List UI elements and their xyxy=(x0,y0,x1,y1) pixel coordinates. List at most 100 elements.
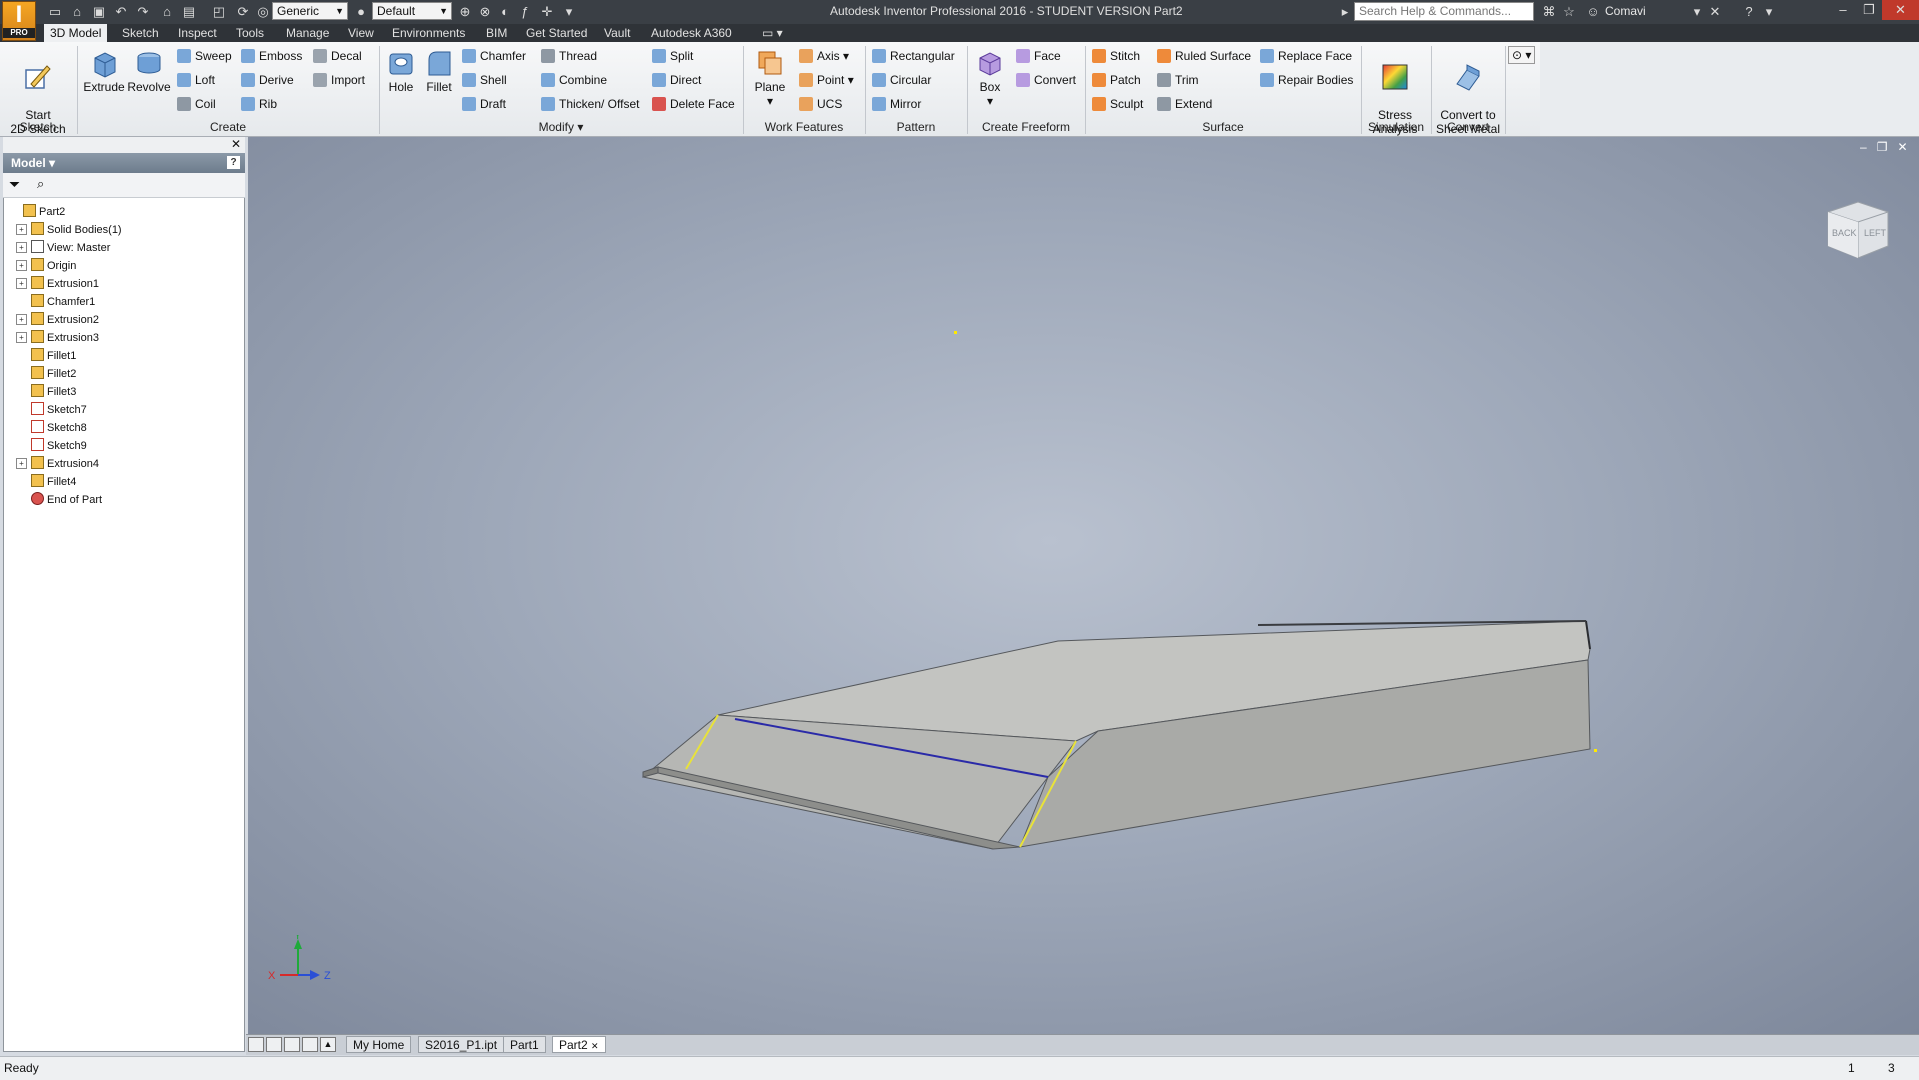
extrude-button[interactable]: Extrude xyxy=(82,48,126,94)
tree-item[interactable]: Sketch7 xyxy=(16,401,87,419)
help-dropdown-icon[interactable]: ▾ xyxy=(1760,3,1778,21)
axis-button[interactable]: Axis ▾ xyxy=(799,46,849,66)
expand-icon[interactable]: + xyxy=(16,332,27,343)
filter-icon[interactable]: ⏷ xyxy=(9,176,20,193)
patch-button[interactable]: Patch xyxy=(1092,70,1141,90)
decal-button[interactable]: Decal xyxy=(313,46,362,66)
minimize-window-button[interactable]: – xyxy=(1830,0,1856,20)
fx-icon[interactable]: ƒ xyxy=(516,3,534,21)
tab-3d-model[interactable]: 3D Model xyxy=(44,24,108,42)
delete-face-button[interactable]: Delete Face xyxy=(652,94,735,114)
horizontal-layout-icon[interactable] xyxy=(284,1037,300,1052)
thread-button[interactable]: Thread xyxy=(541,46,597,66)
tree-item[interactable]: + Extrusion1 xyxy=(16,275,99,293)
doc-tab-my-home[interactable]: My Home xyxy=(346,1036,412,1053)
update-icon[interactable]: ⟳ xyxy=(234,3,252,21)
customize-qat-icon[interactable]: ▾ xyxy=(560,3,578,21)
tree-item[interactable]: + Extrusion2 xyxy=(16,311,99,329)
sculpt-button[interactable]: Sculpt xyxy=(1092,94,1143,114)
doc-tab-part1[interactable]: Part1 xyxy=(503,1036,546,1053)
ribbon-display-toggle-icon[interactable]: ▭ ▾ xyxy=(756,24,789,42)
doc-tab-part2[interactable]: Part2 ✕ xyxy=(552,1036,606,1053)
panel-title-modify[interactable]: Modify ▾ xyxy=(380,120,742,135)
trim-button[interactable]: Trim xyxy=(1157,70,1199,90)
browser-title-dropdown[interactable]: Model ▾ xyxy=(11,156,55,170)
project-icon[interactable]: ▤ xyxy=(180,3,198,21)
viewport-restore-button[interactable]: ❐ xyxy=(1877,140,1888,154)
tree-item[interactable]: Part2 xyxy=(8,203,65,221)
freeform-face-button[interactable]: Face xyxy=(1016,46,1061,66)
expand-icon[interactable]: + xyxy=(16,224,27,235)
search-arrow-icon[interactable]: ▸ xyxy=(1336,3,1354,21)
new-file-icon[interactable]: ▭ xyxy=(46,3,64,21)
ucs-button[interactable]: UCS xyxy=(799,94,842,114)
viewport-close-button[interactable]: ✕ xyxy=(1897,140,1907,154)
tab-tools[interactable]: Tools xyxy=(230,24,270,42)
shell-button[interactable]: Shell xyxy=(462,70,507,90)
doc-tab-close-icon[interactable]: ✕ xyxy=(591,1041,599,1051)
tree-item[interactable]: Sketch9 xyxy=(16,437,87,455)
tree-item[interactable]: Chamfer1 xyxy=(16,293,95,311)
browser-help-icon[interactable]: ? xyxy=(227,156,240,169)
exchange-icon[interactable]: ✕ xyxy=(1706,3,1724,21)
adjust-icon[interactable]: ⊕ xyxy=(456,3,474,21)
tree-item[interactable]: + Extrusion4 xyxy=(16,455,99,473)
combine-button[interactable]: Combine xyxy=(541,70,607,90)
tree-item[interactable]: Fillet3 xyxy=(16,383,76,401)
appearance-icon[interactable]: ● xyxy=(352,3,370,21)
save-icon[interactable]: ▣ xyxy=(90,3,108,21)
tab-inspect[interactable]: Inspect xyxy=(172,24,223,42)
viewcube[interactable]: BACK LEFT xyxy=(1822,198,1894,262)
tab-bim[interactable]: BIM xyxy=(480,24,513,42)
redo-icon[interactable]: ↷ xyxy=(134,3,152,21)
direct-button[interactable]: Direct xyxy=(652,70,701,90)
tree-item[interactable]: Fillet1 xyxy=(16,347,76,365)
tree-item[interactable]: End of Part xyxy=(16,491,102,509)
app-menu-button[interactable]: I PRO xyxy=(2,1,36,41)
select-icon[interactable]: ◰ xyxy=(210,3,228,21)
user-name[interactable]: Comavi xyxy=(1605,4,1646,18)
tab-list-up-icon[interactable]: ▲ xyxy=(320,1037,336,1052)
ribbon-options-dropdown[interactable]: ⊙ ▾ xyxy=(1508,46,1536,64)
derive-button[interactable]: Derive xyxy=(241,70,294,90)
extend-button[interactable]: Extend xyxy=(1157,94,1212,114)
viewport-minimize-button[interactable]: – xyxy=(1860,140,1867,154)
close-window-button[interactable]: ✕ xyxy=(1882,0,1919,20)
expand-icon[interactable]: + xyxy=(16,314,27,325)
tab-vault[interactable]: Vault xyxy=(598,24,636,42)
tree-item[interactable]: Sketch8 xyxy=(16,419,87,437)
import-button[interactable]: Import xyxy=(313,70,365,90)
stitch-button[interactable]: Stitch xyxy=(1092,46,1140,66)
tab-autodesk-a360[interactable]: Autodesk A360 xyxy=(645,24,738,42)
material-select[interactable]: Generic ▼ xyxy=(272,2,348,20)
draft-button[interactable]: Draft xyxy=(462,94,506,114)
split-button[interactable]: Split xyxy=(652,46,693,66)
ruled-surface-button[interactable]: Ruled Surface xyxy=(1157,46,1251,66)
hole-button[interactable]: Hole xyxy=(383,48,419,94)
help-search-input[interactable]: Search Help & Commands... xyxy=(1354,2,1534,21)
fillet-button[interactable]: Fillet xyxy=(421,48,457,94)
clear-appearance-icon[interactable]: ⊗ xyxy=(476,3,494,21)
freeform-box-button[interactable]: Box ▾ xyxy=(970,48,1010,108)
undo-icon[interactable]: ↶ xyxy=(112,3,130,21)
revolve-button[interactable]: Revolve xyxy=(126,48,172,94)
user-dropdown-icon[interactable]: ▾ xyxy=(1688,3,1706,21)
tab-get-started[interactable]: Get Started xyxy=(520,24,593,42)
binoculars-icon[interactable]: ⌘ xyxy=(1540,3,1558,21)
loft-button[interactable]: Loft xyxy=(177,70,215,90)
rib-button[interactable]: Rib xyxy=(241,94,277,114)
tab-environments[interactable]: Environments xyxy=(386,24,471,42)
replace-face-button[interactable]: Replace Face xyxy=(1260,46,1352,66)
measure-icon[interactable]: ◐ xyxy=(496,3,514,21)
expand-icon[interactable]: + xyxy=(16,458,27,469)
emboss-button[interactable]: Emboss xyxy=(241,46,302,66)
thicken-offset-button[interactable]: Thicken/ Offset xyxy=(541,94,639,114)
sweep-button[interactable]: Sweep xyxy=(177,46,232,66)
tab-view[interactable]: View xyxy=(342,24,380,42)
color-wheel-icon[interactable]: ◎ xyxy=(254,3,272,21)
home-icon[interactable]: ⌂ xyxy=(158,3,176,21)
coil-button[interactable]: Coil xyxy=(177,94,216,114)
open-file-icon[interactable]: ⌂ xyxy=(68,3,86,21)
plane-button[interactable]: Plane ▾ xyxy=(748,48,792,108)
restore-window-button[interactable]: ❐ xyxy=(1856,0,1882,20)
